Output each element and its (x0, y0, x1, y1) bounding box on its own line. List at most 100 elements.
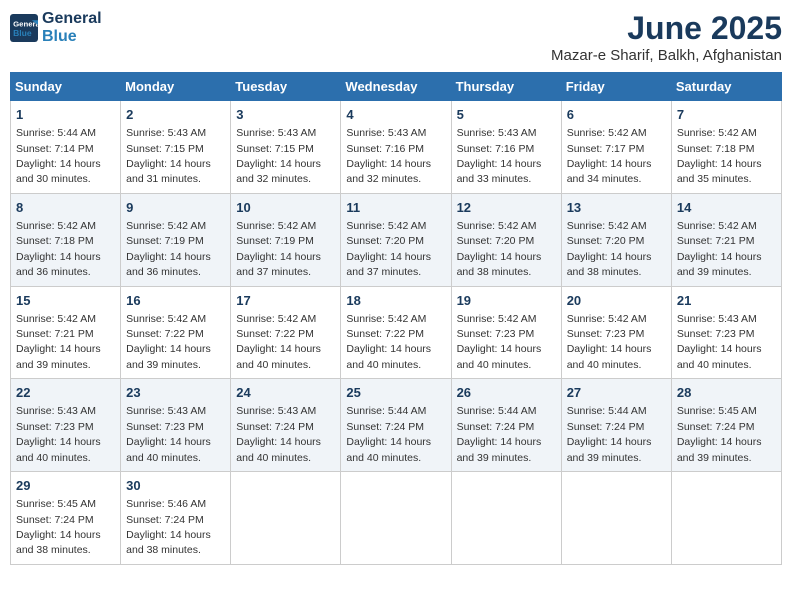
cell-sunset: Sunset: 7:19 PM (236, 235, 314, 247)
cell-sunset: Sunset: 7:20 PM (346, 235, 424, 247)
day-number: 27 (567, 384, 666, 402)
cell-daylight: Daylight: 14 hours and 39 minutes. (16, 343, 101, 370)
calendar-cell: 26 Sunrise: 5:44 AM Sunset: 7:24 PM Dayl… (451, 379, 561, 472)
weekday-header-tuesday: Tuesday (231, 73, 341, 101)
cell-daylight: Daylight: 14 hours and 36 minutes. (16, 251, 101, 278)
weekday-header-wednesday: Wednesday (341, 73, 451, 101)
calendar-cell: 13 Sunrise: 5:42 AM Sunset: 7:20 PM Dayl… (561, 193, 671, 286)
calendar-table: SundayMondayTuesdayWednesdayThursdayFrid… (10, 72, 782, 565)
cell-sunset: Sunset: 7:17 PM (567, 143, 645, 155)
cell-sunrise: Sunrise: 5:42 AM (126, 220, 206, 232)
cell-sunset: Sunset: 7:23 PM (457, 328, 535, 340)
cell-sunset: Sunset: 7:20 PM (567, 235, 645, 247)
calendar-cell: 18 Sunrise: 5:42 AM Sunset: 7:22 PM Dayl… (341, 286, 451, 379)
weekday-header-saturday: Saturday (671, 73, 781, 101)
calendar-cell: 8 Sunrise: 5:42 AM Sunset: 7:18 PM Dayli… (11, 193, 121, 286)
cell-sunset: Sunset: 7:24 PM (457, 421, 535, 433)
calendar-cell (231, 472, 341, 565)
day-number: 8 (16, 199, 115, 217)
logo-line1: General (42, 10, 102, 28)
calendar-row: 15 Sunrise: 5:42 AM Sunset: 7:21 PM Dayl… (11, 286, 782, 379)
cell-daylight: Daylight: 14 hours and 38 minutes. (457, 251, 542, 278)
logo-text: General Blue (42, 10, 102, 45)
title-area: June 2025 Mazar-e Sharif, Balkh, Afghani… (551, 10, 782, 64)
day-number: 10 (236, 199, 335, 217)
cell-daylight: Daylight: 14 hours and 40 minutes. (457, 343, 542, 370)
cell-sunrise: Sunrise: 5:43 AM (126, 405, 206, 417)
day-number: 9 (126, 199, 225, 217)
weekday-header-thursday: Thursday (451, 73, 561, 101)
cell-daylight: Daylight: 14 hours and 37 minutes. (236, 251, 321, 278)
cell-sunrise: Sunrise: 5:42 AM (346, 313, 426, 325)
day-number: 2 (126, 106, 225, 124)
cell-sunrise: Sunrise: 5:43 AM (16, 405, 96, 417)
cell-daylight: Daylight: 14 hours and 39 minutes. (567, 436, 652, 463)
calendar-cell: 21 Sunrise: 5:43 AM Sunset: 7:23 PM Dayl… (671, 286, 781, 379)
day-number: 13 (567, 199, 666, 217)
cell-sunrise: Sunrise: 5:42 AM (677, 127, 757, 139)
cell-sunrise: Sunrise: 5:42 AM (16, 313, 96, 325)
cell-sunset: Sunset: 7:23 PM (126, 421, 204, 433)
cell-sunrise: Sunrise: 5:42 AM (567, 220, 647, 232)
day-number: 14 (677, 199, 776, 217)
cell-daylight: Daylight: 14 hours and 32 minutes. (346, 158, 431, 185)
weekday-header-sunday: Sunday (11, 73, 121, 101)
calendar-cell: 4 Sunrise: 5:43 AM Sunset: 7:16 PM Dayli… (341, 101, 451, 194)
day-number: 24 (236, 384, 335, 402)
location-title: Mazar-e Sharif, Balkh, Afghanistan (551, 47, 782, 64)
cell-sunset: Sunset: 7:16 PM (346, 143, 424, 155)
day-number: 16 (126, 292, 225, 310)
cell-sunset: Sunset: 7:15 PM (126, 143, 204, 155)
day-number: 21 (677, 292, 776, 310)
day-number: 18 (346, 292, 445, 310)
calendar-cell: 1 Sunrise: 5:44 AM Sunset: 7:14 PM Dayli… (11, 101, 121, 194)
cell-daylight: Daylight: 14 hours and 40 minutes. (236, 343, 321, 370)
logo-line2: Blue (42, 28, 102, 46)
cell-sunrise: Sunrise: 5:44 AM (16, 127, 96, 139)
calendar-row: 8 Sunrise: 5:42 AM Sunset: 7:18 PM Dayli… (11, 193, 782, 286)
cell-sunset: Sunset: 7:23 PM (16, 421, 94, 433)
day-number: 20 (567, 292, 666, 310)
cell-sunrise: Sunrise: 5:44 AM (346, 405, 426, 417)
cell-sunset: Sunset: 7:24 PM (126, 514, 204, 526)
page-header: General Blue General Blue June 2025 Maza… (10, 10, 782, 64)
day-number: 28 (677, 384, 776, 402)
day-number: 3 (236, 106, 335, 124)
calendar-cell: 9 Sunrise: 5:42 AM Sunset: 7:19 PM Dayli… (121, 193, 231, 286)
cell-sunset: Sunset: 7:21 PM (16, 328, 94, 340)
cell-daylight: Daylight: 14 hours and 37 minutes. (346, 251, 431, 278)
cell-daylight: Daylight: 14 hours and 38 minutes. (126, 529, 211, 556)
cell-sunrise: Sunrise: 5:42 AM (457, 220, 537, 232)
calendar-cell: 7 Sunrise: 5:42 AM Sunset: 7:18 PM Dayli… (671, 101, 781, 194)
calendar-row: 22 Sunrise: 5:43 AM Sunset: 7:23 PM Dayl… (11, 379, 782, 472)
cell-daylight: Daylight: 14 hours and 40 minutes. (567, 343, 652, 370)
cell-sunset: Sunset: 7:23 PM (567, 328, 645, 340)
calendar-cell: 3 Sunrise: 5:43 AM Sunset: 7:15 PM Dayli… (231, 101, 341, 194)
cell-daylight: Daylight: 14 hours and 38 minutes. (567, 251, 652, 278)
cell-sunrise: Sunrise: 5:44 AM (457, 405, 537, 417)
cell-sunset: Sunset: 7:24 PM (346, 421, 424, 433)
calendar-cell: 14 Sunrise: 5:42 AM Sunset: 7:21 PM Dayl… (671, 193, 781, 286)
cell-daylight: Daylight: 14 hours and 40 minutes. (126, 436, 211, 463)
cell-sunset: Sunset: 7:21 PM (677, 235, 755, 247)
calendar-cell: 24 Sunrise: 5:43 AM Sunset: 7:24 PM Dayl… (231, 379, 341, 472)
cell-sunset: Sunset: 7:18 PM (16, 235, 94, 247)
cell-sunset: Sunset: 7:24 PM (567, 421, 645, 433)
calendar-cell: 28 Sunrise: 5:45 AM Sunset: 7:24 PM Dayl… (671, 379, 781, 472)
day-number: 4 (346, 106, 445, 124)
calendar-cell: 30 Sunrise: 5:46 AM Sunset: 7:24 PM Dayl… (121, 472, 231, 565)
calendar-cell: 12 Sunrise: 5:42 AM Sunset: 7:20 PM Dayl… (451, 193, 561, 286)
cell-sunrise: Sunrise: 5:45 AM (677, 405, 757, 417)
calendar-cell: 23 Sunrise: 5:43 AM Sunset: 7:23 PM Dayl… (121, 379, 231, 472)
calendar-row: 29 Sunrise: 5:45 AM Sunset: 7:24 PM Dayl… (11, 472, 782, 565)
cell-sunrise: Sunrise: 5:43 AM (677, 313, 757, 325)
cell-daylight: Daylight: 14 hours and 39 minutes. (126, 343, 211, 370)
cell-sunrise: Sunrise: 5:42 AM (346, 220, 426, 232)
day-number: 30 (126, 477, 225, 495)
cell-sunset: Sunset: 7:16 PM (457, 143, 535, 155)
day-number: 15 (16, 292, 115, 310)
calendar-cell (561, 472, 671, 565)
cell-daylight: Daylight: 14 hours and 40 minutes. (346, 436, 431, 463)
day-number: 19 (457, 292, 556, 310)
day-number: 1 (16, 106, 115, 124)
